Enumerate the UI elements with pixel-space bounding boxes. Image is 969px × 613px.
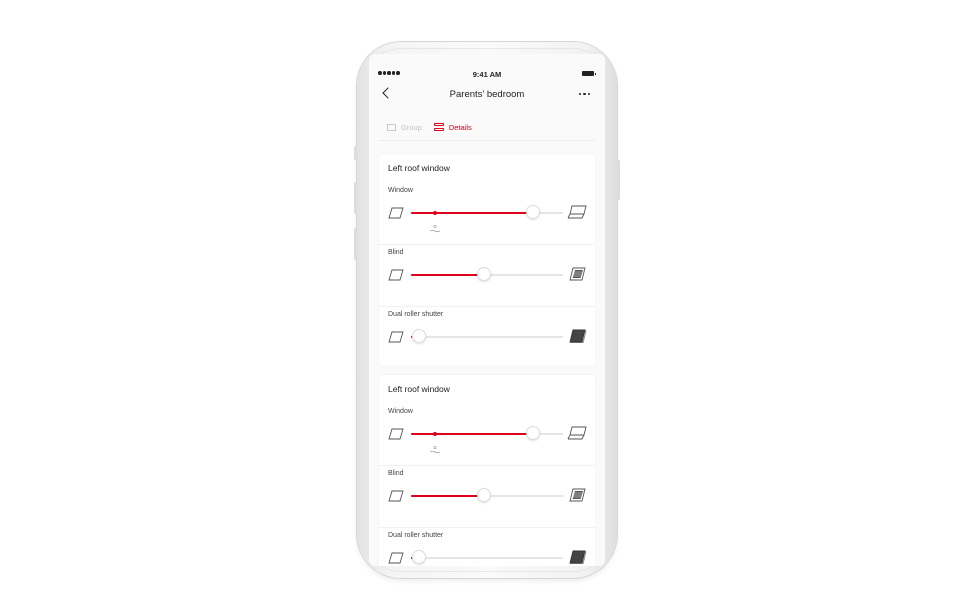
volume-down-button: [354, 228, 357, 260]
slider-thumb[interactable]: [412, 329, 426, 343]
shutter-closed-icon[interactable]: [567, 329, 587, 344]
control-label: Dual roller shutter: [388, 311, 444, 318]
window-closed-icon[interactable]: [388, 268, 404, 281]
slider-thumb[interactable]: [477, 488, 491, 502]
more-options-icon[interactable]: [578, 93, 590, 96]
rain-sensor-marker: [433, 431, 437, 436]
window-open-icon[interactable]: [567, 205, 587, 219]
slider-track[interactable]: [411, 329, 563, 343]
tab-details-label: Details: [448, 122, 472, 132]
slider-thumb[interactable]: [526, 426, 540, 440]
blind-closed-icon[interactable]: [567, 267, 587, 281]
slider-track[interactable]: [411, 488, 563, 502]
device-card: Left roof window Window Blind Dual roller s…: [379, 375, 595, 566]
tab-group[interactable]: Group: [387, 120, 422, 134]
group-icon: [387, 123, 396, 131]
mute-switch: [354, 146, 357, 160]
rain-sensor-marker: [433, 210, 437, 215]
shutter-closed-icon[interactable]: [567, 550, 587, 565]
blind-closed-icon[interactable]: [567, 488, 587, 502]
volume-up-button: [354, 182, 357, 214]
tab-details[interactable]: Details: [433, 120, 472, 134]
view-tabs: Group Details: [387, 120, 472, 134]
tab-group-label: Group: [401, 122, 422, 132]
control-label: Window: [388, 187, 413, 194]
window-closed-icon[interactable]: [388, 427, 404, 440]
slider-thumb[interactable]: [526, 205, 540, 219]
window-closed-icon[interactable]: [388, 330, 404, 343]
control-row: Window: [379, 182, 595, 244]
nav-bar: Parents' bedroom: [369, 85, 605, 105]
power-button: [617, 160, 620, 200]
slider-track[interactable]: [411, 205, 563, 233]
slider-thumb[interactable]: [477, 267, 491, 281]
window-closed-icon[interactable]: [388, 206, 404, 219]
control-row: Blind: [379, 465, 595, 527]
window-closed-icon[interactable]: [388, 489, 404, 502]
device-card: Left roof window Window Blind Dual roller s…: [379, 154, 595, 366]
slider-fill: [411, 273, 484, 276]
status-bar: 9:41 AM: [369, 68, 605, 80]
slider-track[interactable]: [411, 426, 563, 454]
control-label: Window: [388, 408, 413, 415]
control-label: Dual roller shutter: [388, 532, 444, 539]
rain-sensor-icon: [429, 221, 441, 233]
control-label: Blind: [388, 249, 404, 256]
battery-icon: [582, 71, 596, 76]
slider-track[interactable]: [411, 267, 563, 281]
window-open-icon[interactable]: [567, 426, 587, 440]
page-title: Parents' bedroom: [449, 89, 525, 100]
control-row: Dual roller shutter: [379, 527, 595, 566]
slider-fill: [411, 494, 484, 497]
rain-sensor-icon: [429, 442, 441, 454]
card-title: Left roof window: [388, 163, 450, 173]
tabs-divider: [379, 140, 595, 141]
app-screen: 9:41 AM Parents' bedroom Group Details L…: [369, 54, 605, 566]
control-row: Dual roller shutter: [379, 306, 595, 368]
window-closed-icon[interactable]: [388, 551, 404, 564]
slider-fill: [411, 211, 533, 214]
control-label: Blind: [388, 470, 404, 477]
control-row: Blind: [379, 244, 595, 306]
status-time: 9:41 AM: [472, 70, 502, 79]
card-title: Left roof window: [388, 384, 450, 394]
details-icon: [433, 123, 444, 131]
slider-track[interactable]: [411, 550, 563, 564]
slider-fill: [411, 432, 533, 435]
control-row: Window: [379, 403, 595, 465]
slider-thumb[interactable]: [412, 550, 426, 564]
